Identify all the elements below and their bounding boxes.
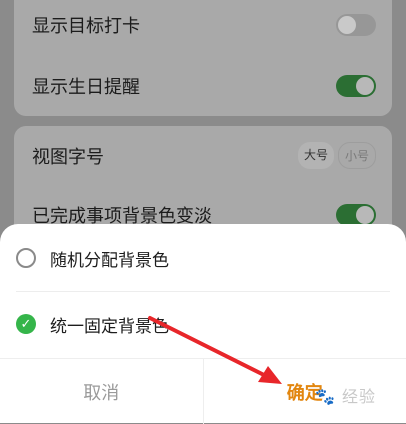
toggle-knob	[356, 77, 374, 95]
watermark: 🐾 经验	[315, 383, 376, 407]
option-fixed-background[interactable]: ✓ 统一固定背景色	[16, 294, 390, 354]
row-label: 视图字号	[32, 143, 104, 169]
check-circle-icon[interactable]: ✓	[16, 314, 36, 334]
toggle-knob	[356, 206, 374, 224]
toggle-knob	[338, 16, 356, 34]
divider	[16, 291, 390, 292]
row-show-birthday-reminder[interactable]: 显示生日提醒	[32, 73, 376, 99]
cancel-button[interactable]: 取消	[0, 359, 203, 424]
radio-unchecked-icon[interactable]	[16, 248, 36, 268]
row-show-goal-checkin[interactable]: 显示目标打卡	[32, 12, 376, 38]
completed-fade-toggle[interactable]	[336, 204, 376, 226]
row-view-font-size: 视图字号 大号 小号	[32, 142, 376, 169]
font-size-selector[interactable]: 大号 小号	[298, 142, 376, 169]
paw-icon: 🐾	[315, 387, 336, 406]
option-label: 统一固定背景色	[50, 312, 169, 337]
font-size-small-option[interactable]: 小号	[338, 142, 376, 169]
row-label: 显示生日提醒	[32, 73, 140, 99]
settings-card-view: 视图字号 大号 小号 已完成事项背景色变淡	[14, 126, 392, 236]
watermark-text: 经验	[342, 387, 376, 406]
birthday-reminder-toggle[interactable]	[336, 75, 376, 97]
font-size-large-option[interactable]: 大号	[298, 142, 334, 169]
option-label: 随机分配背景色	[50, 246, 169, 271]
settings-card-display: 显示目标打卡 显示生日提醒	[14, 0, 392, 116]
option-random-background[interactable]: 随机分配背景色	[16, 228, 390, 288]
goal-checkin-toggle[interactable]	[336, 14, 376, 36]
row-label: 显示目标打卡	[32, 12, 140, 38]
